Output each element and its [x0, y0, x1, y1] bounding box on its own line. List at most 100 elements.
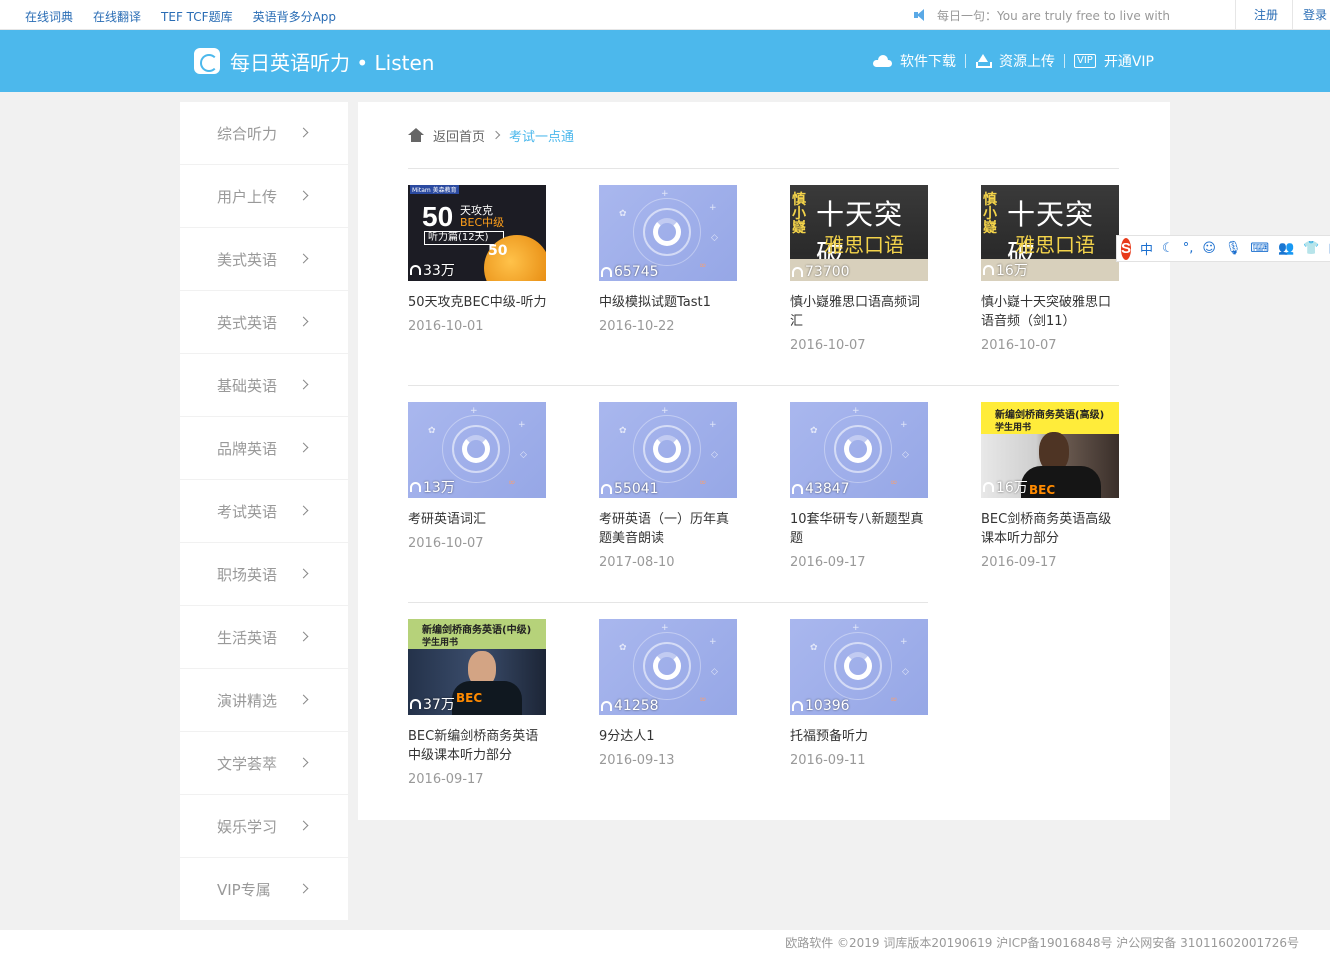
sidebar-item[interactable]: 职场英语: [180, 543, 348, 605]
home-icon[interactable]: [408, 128, 424, 142]
audio-card[interactable]: + ✿ + ◇ ∞ 65745 中级模拟试题Tast1 2016-10-22: [599, 185, 739, 334]
ime-mode-indicator[interactable]: 中: [1140, 239, 1153, 258]
sidebar-item[interactable]: 娱乐学习: [180, 795, 348, 857]
sidebar-item[interactable]: 综合听力: [180, 102, 348, 164]
download-label: 软件下载: [900, 54, 957, 70]
sidebar-item-label: 用户上传: [217, 187, 278, 206]
upload-button[interactable]: 资源上传: [975, 51, 1055, 71]
play-count-value: 65745: [614, 264, 659, 280]
sparkle-icon: ◇: [711, 450, 718, 460]
vip-icon: VIP: [1074, 54, 1096, 68]
chevron-right-icon: [491, 130, 501, 140]
breadcrumb-home[interactable]: 返回首页: [433, 126, 485, 145]
cover-ring: [653, 435, 681, 463]
card-date: 2016-09-17: [408, 772, 484, 787]
card-thumbnail[interactable]: 慎小嶷 十天突破 雅思口语 16万: [981, 185, 1119, 281]
card-title[interactable]: 考研英语词汇: [408, 510, 548, 529]
sidebar-item[interactable]: 英式英语: [180, 291, 348, 353]
speaker-icon[interactable]: [913, 8, 927, 22]
auth-links: 注册 登录: [1234, 0, 1330, 30]
publisher-tag: Mitam 美森教育: [410, 185, 459, 194]
sidebar-item[interactable]: 用户上传: [180, 165, 348, 227]
sparkle-icon: +: [470, 406, 478, 416]
card-title[interactable]: 考研英语（一）历年真题美音朗读: [599, 510, 739, 548]
audio-card[interactable]: + ✿ + ◇ ∞ 13万 考研英语词汇 2016-10-07: [408, 402, 548, 551]
card-thumbnail[interactable]: + ✿ + ◇ ∞ 41258: [599, 619, 737, 715]
link-app[interactable]: 英语背多分App: [253, 8, 336, 25]
chevron-right-icon: [298, 190, 309, 201]
ime-toolbar[interactable]: S 中 ☾ °, ☺ 🎙 ⌨ 👥 👕 ▦: [1116, 235, 1330, 262]
play-count-value: 10396: [805, 698, 850, 714]
card-thumbnail[interactable]: 新编剑桥商务英语(中级) 学生用书 BEC 37万: [408, 619, 546, 715]
header-nav: 软件下载 资源上传 VIP 开通VIP: [873, 51, 1154, 71]
card-date: 2016-10-07: [790, 338, 866, 353]
sidebar-item[interactable]: 演讲精选: [180, 669, 348, 731]
sogou-logo-icon[interactable]: S: [1121, 237, 1132, 260]
audio-card[interactable]: + ✿ + ◇ ∞ 10396 托福预备听力 2016-09-11: [790, 619, 930, 768]
card-thumbnail[interactable]: + ✿ + ◇ ∞ 43847: [790, 402, 928, 498]
card-thumbnail[interactable]: + ✿ + ◇ ∞ 10396: [790, 619, 928, 715]
card-title[interactable]: 中级模拟试题Tast1: [599, 293, 739, 312]
card-thumbnail[interactable]: + ✿ + ◇ ∞ 55041: [599, 402, 737, 498]
moon-icon[interactable]: ☾: [1162, 241, 1174, 256]
skin-icon[interactable]: 👕: [1303, 241, 1319, 256]
headphone-icon: [983, 265, 994, 275]
audio-card[interactable]: + ✿ + ◇ ∞ 43847 10套华研专八新题型真题 2016-09-17: [790, 402, 930, 570]
card-title[interactable]: 托福预备听力: [790, 727, 930, 746]
register-link[interactable]: 注册: [1234, 0, 1292, 30]
card-thumbnail[interactable]: 慎小嶷 十天突破 雅思口语 73700: [790, 185, 928, 281]
card-thumbnail[interactable]: + ✿ + ◇ ∞ 13万: [408, 402, 546, 498]
audio-card[interactable]: 新编剑桥商务英语(中级) 学生用书 BEC 37万 BEC新编剑桥商务英语中级课本听力部…: [408, 619, 548, 787]
card-thumbnail[interactable]: + ✿ + ◇ ∞ 65745: [599, 185, 737, 281]
card-title[interactable]: 50天攻克BEC中级-听力: [408, 293, 548, 312]
sparkle-icon: ◇: [711, 667, 718, 677]
sidebar-item[interactable]: 文学荟萃: [180, 732, 348, 794]
chevron-right-icon: [298, 694, 309, 705]
audio-card[interactable]: 慎小嶷 十天突破 雅思口语 73700 慎小嶷雅思口语高频词汇 2016-10-07: [790, 185, 930, 353]
sidebar-item[interactable]: 品牌英语: [180, 417, 348, 479]
sidebar-item[interactable]: 基础英语: [180, 354, 348, 416]
audio-card[interactable]: 慎小嶷 十天突破 雅思口语 16万 慎小嶷十天突破雅思口语音频（剑11） 2016-10-…: [981, 185, 1121, 353]
site-title[interactable]: 每日英语听力 • Listen: [230, 47, 434, 76]
card-title[interactable]: BEC新编剑桥商务英语中级课本听力部分: [408, 727, 548, 765]
link-online-translate[interactable]: 在线翻译: [93, 8, 141, 25]
headphone-icon: [601, 484, 612, 494]
sidebar-item[interactable]: 生活英语: [180, 606, 348, 668]
keyboard-icon[interactable]: ⌨: [1250, 241, 1269, 256]
sidebar-item[interactable]: 美式英语: [180, 228, 348, 290]
emoji-icon[interactable]: ☺: [1202, 241, 1216, 256]
nav-divider: [1064, 54, 1066, 68]
link-online-dictionary[interactable]: 在线词典: [25, 8, 73, 25]
login-link[interactable]: 登录: [1292, 0, 1330, 30]
download-button[interactable]: 软件下载: [873, 51, 956, 71]
card-thumbnail[interactable]: Mitam 美森教育 50 天攻克 BEC中级 听力篇(12天) 50 33万: [408, 185, 546, 281]
link-tef-tcf[interactable]: TEF TCF题库: [161, 8, 233, 25]
chevron-right-icon: [298, 316, 309, 327]
audio-card[interactable]: 新编剑桥商务英语(高级) 学生用书 BEC 16万 BEC剑桥商务英语高级课本听力部分 2…: [981, 402, 1121, 570]
microphone-icon[interactable]: 🎙: [1225, 241, 1242, 256]
card-title[interactable]: BEC剑桥商务英语高级课本听力部分: [981, 510, 1121, 548]
sidebar-item[interactable]: VIP专属: [180, 858, 348, 920]
play-count-value: 13万: [423, 480, 455, 496]
punctuation-icon[interactable]: °,: [1183, 241, 1194, 256]
upload-icon: [975, 54, 993, 68]
sidebar-item-label: 基础英语: [217, 376, 278, 395]
card-title[interactable]: 慎小嶷雅思口语高频词汇: [790, 293, 930, 331]
sparkle-icon: +: [852, 406, 860, 416]
card-title[interactable]: 10套华研专八新题型真题: [790, 510, 930, 548]
daily-sentence[interactable]: 每日一句：You are truly free to live with: [913, 0, 1231, 30]
card-title[interactable]: 9分达人1: [599, 727, 739, 746]
vip-button[interactable]: VIP 开通VIP: [1074, 51, 1154, 71]
card-thumbnail[interactable]: 新编剑桥商务英语(高级) 学生用书 BEC 16万: [981, 402, 1119, 498]
upload-label: 资源上传: [999, 54, 1056, 70]
audio-card[interactable]: + ✿ + ◇ ∞ 41258 9分达人1 2016-09-13: [599, 619, 739, 768]
sidebar-item[interactable]: 考试英语: [180, 480, 348, 542]
card-title[interactable]: 慎小嶷十天突破雅思口语音频（剑11）: [981, 293, 1121, 331]
sparkle-icon: +: [518, 420, 526, 430]
audio-card[interactable]: + ✿ + ◇ ∞ 55041 考研英语（一）历年真题美音朗读 2017-08-10: [599, 402, 739, 570]
user-icon[interactable]: 👥: [1278, 241, 1294, 256]
cover-ring: [844, 652, 872, 680]
audio-card[interactable]: Mitam 美森教育 50 天攻克 BEC中级 听力篇(12天) 50 33万 50天攻克BE…: [408, 185, 548, 334]
logo-icon[interactable]: [194, 48, 220, 74]
play-count: 10396: [792, 698, 850, 714]
